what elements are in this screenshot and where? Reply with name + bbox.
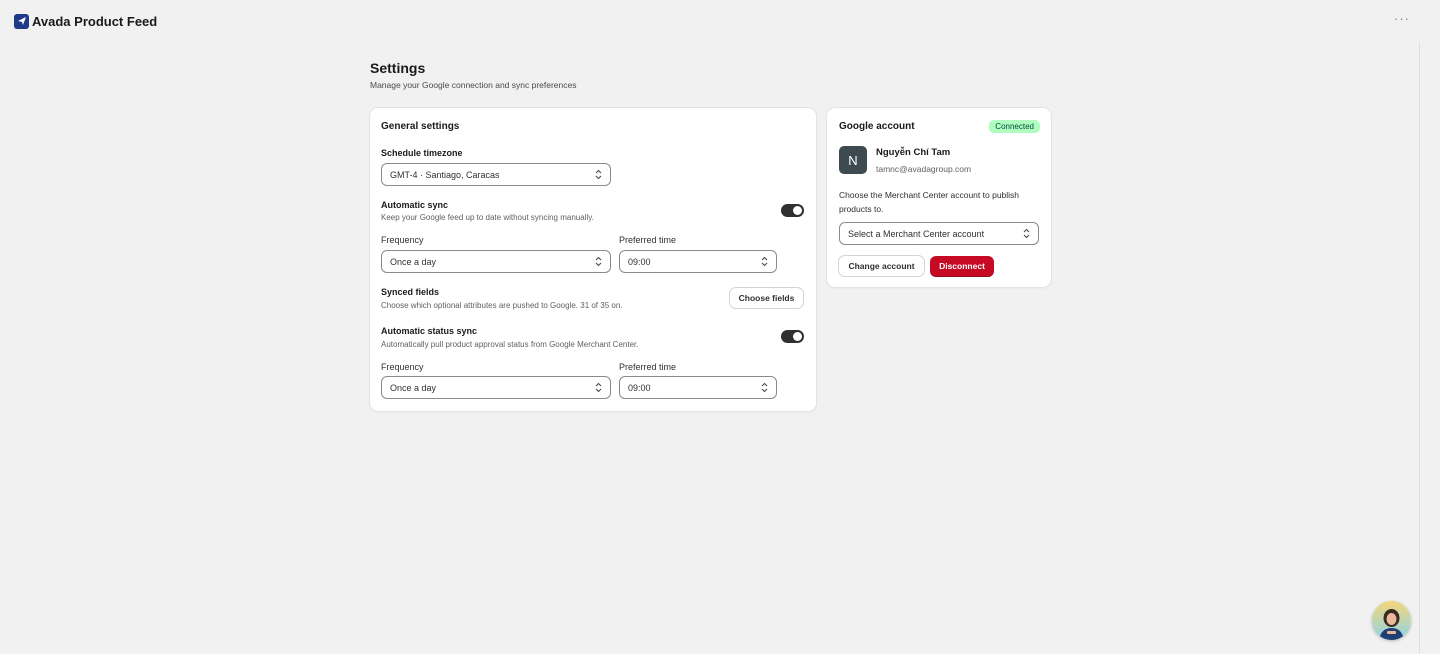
status-frequency-label: Frequency [381,362,424,372]
synced-fields-help: Choose which optional attributes are pus… [381,301,623,310]
disconnect-button[interactable]: Disconnect [930,256,994,276]
timezone-value: GMT-4 · Santiago, Caracas [390,169,500,180]
support-chat-avatar-icon[interactable] [1372,601,1411,640]
chevron-updown-icon [595,382,602,393]
status-time-select[interactable]: 09:00 [619,376,777,399]
avatar: N [839,146,867,174]
sync-time-select[interactable]: 09:00 [619,250,777,273]
user-email: tamnc@avadagroup.com [876,164,972,174]
merchant-account-select[interactable]: Select a Merchant Center account [839,222,1039,245]
page-header: Settings Manage your Google connection a… [370,60,577,90]
sync-frequency-select[interactable]: Once a day [381,250,611,273]
status-sync-toggle[interactable] [781,330,804,343]
sync-time-label: Preferred time [619,235,677,245]
status-sync-label: Automatic status sync [381,326,478,336]
chevron-updown-icon [761,256,768,267]
chevron-updown-icon [1023,228,1030,239]
google-account-heading: Google account [839,121,915,132]
chevron-updown-icon [761,382,768,393]
timezone-label: Schedule timezone [381,148,463,158]
app-logo-icon [14,13,29,29]
automatic-sync-label: Automatic sync [381,200,449,210]
sync-frequency-label: Frequency [381,235,424,245]
connected-badge: Connected [989,120,1040,133]
status-time-value: 09:00 [628,382,651,393]
google-account-card: Google account Connected N Nguyễn Chí Ta… [827,108,1051,287]
status-time-label: Preferred time [619,362,677,372]
timezone-select[interactable]: GMT-4 · Santiago, Caracas [381,163,611,186]
general-settings-card: General settings Schedule timezone GMT-4… [370,108,816,411]
chevron-updown-icon [595,256,602,267]
merchant-prompt: Choose the Merchant Center account to pu… [839,190,1020,214]
choose-fields-button[interactable]: Choose fields [730,288,803,308]
chevron-updown-icon [595,169,602,180]
synced-fields-label: Synced fields [381,287,440,297]
user-name: Nguyễn Chí Tam [876,147,951,158]
top-bar: Avada Product Feed [0,0,1440,42]
merchant-account-value: Select a Merchant Center account [848,228,985,239]
sync-time-value: 09:00 [628,256,651,267]
change-account-button[interactable]: Change account [839,256,924,276]
status-frequency-value: Once a day [390,382,437,393]
automatic-sync-help: Keep your Google feed up to date without… [381,213,594,222]
sync-frequency-value: Once a day [390,256,437,267]
frame-divider [1419,42,1420,654]
status-sync-help: Automatically pull product approval stat… [381,340,639,349]
automatic-sync-toggle[interactable] [781,204,804,217]
page-title: Settings [370,60,426,76]
page-subtitle: Manage your Google connection and sync p… [370,80,577,90]
ellipsis-icon[interactable]: ··· [1394,12,1410,25]
general-settings-heading: General settings [381,121,460,132]
app-title: Avada Product Feed [32,13,158,29]
status-frequency-select[interactable]: Once a day [381,376,611,399]
